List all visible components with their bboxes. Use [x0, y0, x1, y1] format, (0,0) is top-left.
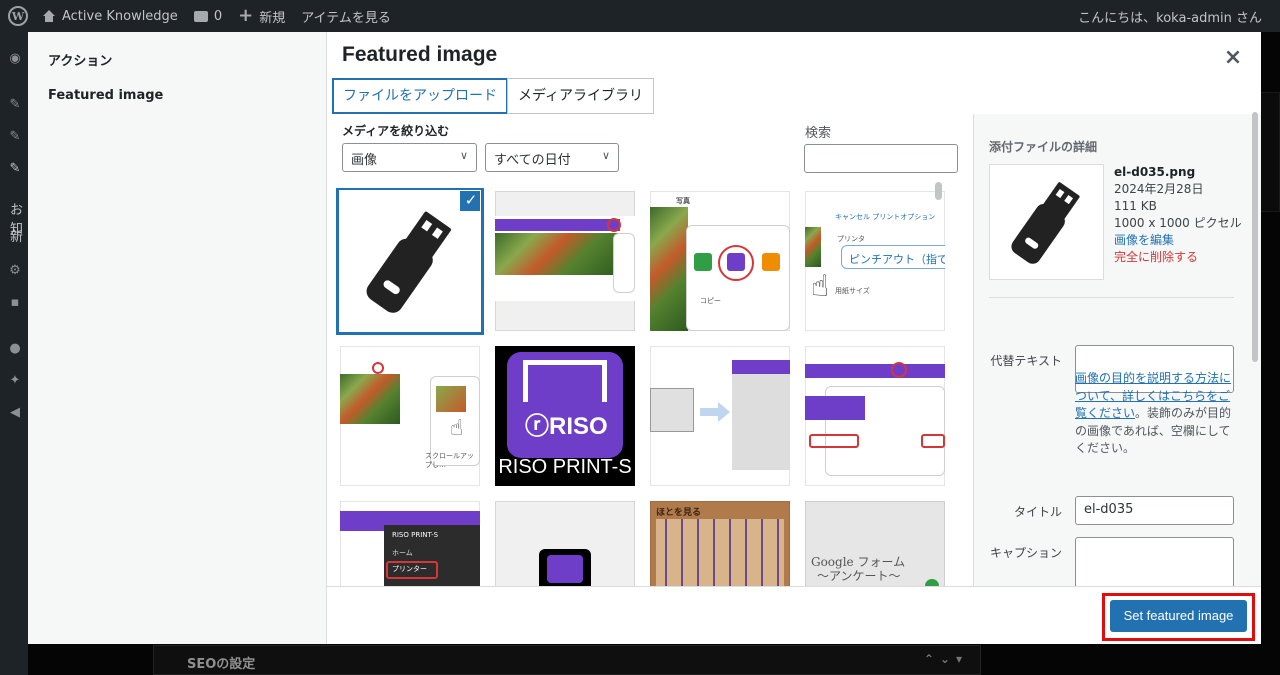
- thumb-text: RISO PRINT-S: [498, 456, 632, 478]
- thumb-text: 用紙サイズ: [835, 287, 870, 295]
- attachment-thumbnail[interactable]: ほとを見る: [650, 501, 790, 586]
- chevron-down-icon: ∨: [601, 149, 610, 162]
- thumb-text: プリンタ: [837, 235, 865, 243]
- modal-title: Featured image: [342, 43, 498, 66]
- pin-icon[interactable]: ✎: [8, 162, 22, 176]
- wordpress-logo-icon[interactable]: W: [8, 6, 28, 26]
- attachment-thumbnail[interactable]: [805, 346, 945, 486]
- file-size: 111 KB: [1114, 199, 1157, 213]
- new-content-link[interactable]: + 新規: [238, 7, 285, 26]
- view-item-link[interactable]: アイテムを見る: [301, 7, 391, 26]
- usb-drive-icon: [1011, 182, 1080, 264]
- site-name: Active Knowledge: [62, 8, 178, 24]
- hand-pointer-icon: ☝: [811, 269, 830, 304]
- details-scrollbar[interactable]: [1252, 112, 1258, 362]
- thumb-text: 〜アンケート〜: [817, 569, 901, 583]
- thumb-text: コピー: [700, 297, 721, 305]
- thumb-text: RISO PRINT-S: [392, 531, 439, 539]
- divider: [989, 297, 1234, 298]
- attachment-thumbnail[interactable]: 写真 コピー: [650, 191, 790, 331]
- filter-label: メディアを絞り込む: [342, 124, 450, 138]
- pin-icon[interactable]: ✎: [8, 130, 22, 144]
- grid-scrollbar[interactable]: [935, 182, 942, 200]
- thumb-text: キャンセル プリントオプション: [835, 213, 936, 221]
- seo-settings-box: SEOの設定 ⌃⌄▾: [153, 645, 981, 675]
- media-icon[interactable]: ⚙: [8, 264, 22, 278]
- seo-title: SEOの設定: [187, 657, 256, 672]
- highlight-annotation: [1102, 593, 1255, 641]
- search-label: 検索: [805, 126, 832, 141]
- thumb-text: ホーム: [392, 549, 413, 557]
- details-heading: 添付ファイルの詳細: [989, 140, 1098, 154]
- hand-pointer-icon: ☝: [450, 416, 464, 441]
- title-field[interactable]: el-d035: [1075, 496, 1234, 525]
- tools-icon[interactable]: ✦: [8, 374, 22, 388]
- view-item-label: アイテムを見る: [301, 10, 391, 26]
- media-type-select[interactable]: 画像 ∨: [342, 143, 477, 172]
- attachment-info: el-d035.png 2024年2月28日 111 KB 1000 x 100…: [1114, 164, 1242, 266]
- caption-field[interactable]: [1075, 537, 1234, 586]
- media-browser: メディアを絞り込む 画像 ∨ すべての日付 ∨ 検索 ✓ 写真 コピー キャンセ…: [327, 114, 973, 586]
- new-label: 新規: [259, 10, 286, 26]
- attachment-thumbnail[interactable]: ☝ スクロールアップし…: [340, 346, 480, 486]
- media-type-value: 画像: [351, 153, 378, 168]
- site-name-link[interactable]: Active Knowledge: [42, 9, 178, 24]
- thumb-text: プリンター: [392, 565, 427, 573]
- greeting: こんにちは、koka-admin さん: [1078, 10, 1262, 26]
- date-filter-value: すべての日付: [494, 153, 571, 168]
- thumb-text: ピンチアウト（指で広: [849, 253, 945, 266]
- box-controls: ⌃⌄▾: [923, 652, 968, 666]
- attachment-thumbnail[interactable]: [650, 346, 790, 486]
- collapse-icon[interactable]: ◀: [8, 406, 22, 420]
- delete-permanently-link[interactable]: 完全に削除する: [1114, 249, 1242, 266]
- comments-icon[interactable]: ▪: [8, 296, 22, 310]
- alt-text-label: 代替テキスト: [990, 354, 1062, 368]
- alt-text-help: 画像の目的を説明する方法について、詳しくはこちらをご覧ください。装飾のみが目的の…: [1075, 370, 1235, 458]
- attachment-details-panel: 添付ファイルの詳細 el-d035.png 2024年2月28日 111 KB …: [973, 114, 1261, 586]
- modal-tabs: ファイルをアップロード メディアライブラリ: [332, 78, 655, 114]
- tab-upload-files[interactable]: ファイルをアップロード: [332, 78, 508, 114]
- upload-date: 2024年2月28日: [1114, 182, 1204, 196]
- checkmark-icon[interactable]: ✓: [458, 191, 480, 213]
- pin-icon[interactable]: ✎: [8, 98, 22, 112]
- thumb-text: 写真: [676, 197, 690, 205]
- attachment-thumbnail[interactable]: ⓡRISO: [495, 501, 635, 586]
- attachments-grid: ✓ 写真 コピー キャンセル プリントオプション プリンタ ピンチアウト（指で …: [327, 188, 973, 586]
- attachment-thumbnail[interactable]: [495, 191, 635, 331]
- users-icon[interactable]: ●: [8, 342, 22, 356]
- modal-sidebar: アクション Featured image: [28, 32, 327, 644]
- date-filter-select[interactable]: すべての日付 ∨: [485, 143, 619, 172]
- admin-side-menu: ◉ ✎ ✎ ✎ お知 新 ⚙ ▪ ● ✦ ◀: [0, 32, 28, 675]
- home-icon: [42, 10, 56, 22]
- attachment-thumbnail[interactable]: RISO PRINT-S ホーム プリンター: [340, 501, 480, 586]
- account-menu[interactable]: こんにちは、koka-admin さん: [1078, 0, 1262, 32]
- title-label: タイトル: [1013, 505, 1062, 519]
- attachment-thumbnail[interactable]: キャンセル プリントオプション プリンタ ピンチアウト（指で広 用紙サイズ ☝: [805, 191, 945, 331]
- dashboard-icon[interactable]: ◉: [8, 52, 22, 66]
- comment-icon: [193, 10, 208, 22]
- caption-label: キャプション: [989, 546, 1062, 560]
- comments-count: 0: [213, 8, 223, 24]
- tab-media-library[interactable]: メディアライブラリ: [507, 78, 655, 114]
- attachment-riso-icon[interactable]: ⓡRISO RISO PRINT-S: [495, 346, 635, 486]
- sidebar-item-featured-image[interactable]: Featured image: [48, 88, 163, 103]
- thumb-text: スクロールアップし…: [425, 452, 474, 469]
- close-icon[interactable]: ×: [1221, 46, 1245, 70]
- comments-link[interactable]: 0: [193, 8, 223, 24]
- dimensions: 1000 x 1000 ピクセル: [1114, 216, 1242, 230]
- attachment-usb-icon[interactable]: ✓: [340, 191, 480, 331]
- menu-text-partial[interactable]: 新: [10, 226, 23, 245]
- edit-image-link[interactable]: 画像を編集: [1114, 232, 1242, 249]
- attachment-preview: [989, 164, 1104, 280]
- media-modal: アクション Featured image Featured image × ファ…: [28, 32, 1261, 644]
- actions-heading: アクション: [48, 54, 113, 69]
- file-name: el-d035.png: [1114, 165, 1196, 179]
- search-input[interactable]: [804, 144, 958, 173]
- plus-icon: +: [238, 5, 254, 26]
- attachment-thumbnail[interactable]: Google フォーム 〜アンケート〜: [805, 501, 945, 586]
- chevron-down-icon: ∨: [459, 149, 468, 162]
- backdrop-panel: [1260, 92, 1280, 212]
- thumb-text: ほとを見る: [656, 508, 702, 518]
- admin-bar: W Active Knowledge 0 + 新規 アイテムを見る こんにちは、…: [0, 0, 1280, 32]
